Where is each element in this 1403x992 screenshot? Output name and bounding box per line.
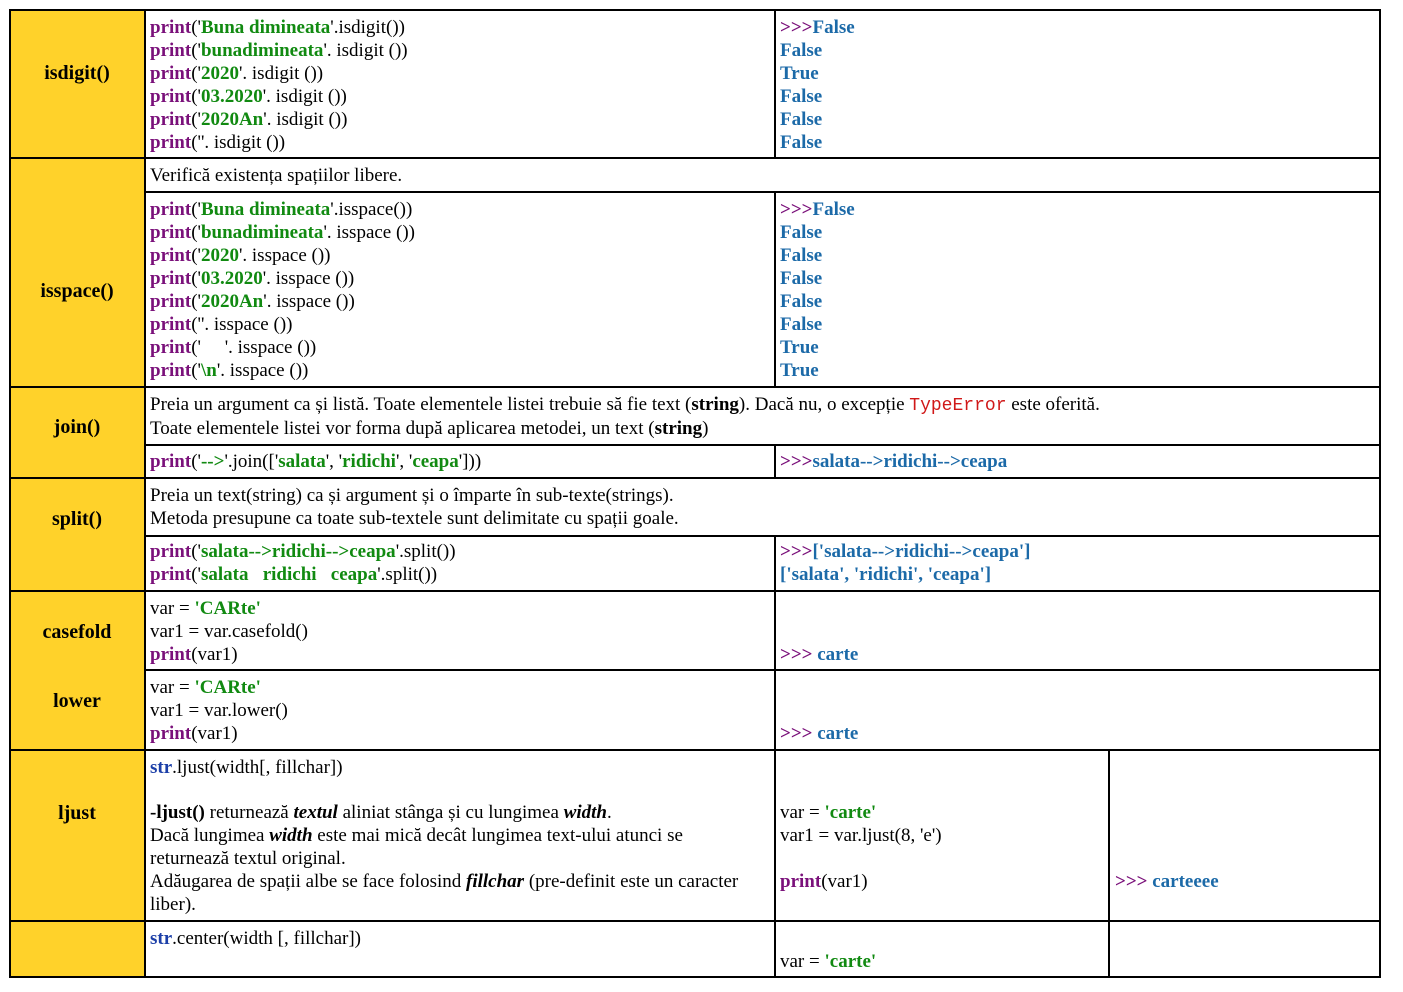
method-label-isspace: isspace() [40,280,114,302]
code-line: print(' '. isspace ()) [150,337,317,358]
grid-line [1379,9,1381,978]
description-text: Metoda presupune ca toate sub-textele su… [150,508,679,529]
label-cell-isspace [10,158,144,387]
output-line: False [780,86,823,107]
description-text: Dacă lungimea width este mai mică decât … [150,825,683,846]
output-line: >>>False [780,17,855,38]
grid-line [774,9,776,158]
output-line: False [780,314,823,335]
method-label-ljust: ljust [58,802,96,824]
code-line: print(''. isdigit ()) [150,132,286,153]
code-line: print('2020An'. isdigit ()) [150,109,348,130]
output-line: True [780,360,819,381]
output-line: ['salata', 'ridichi', 'ceapa'] [780,564,992,585]
code-line: print('Buna dimineata'.isdigit()) [150,17,405,38]
grid-line [144,9,146,978]
output-line: >>>['salata-->ridichi-->ceapa'] [780,541,1031,562]
output-line: True [780,63,819,84]
output-line: False [780,132,823,153]
grid-line [9,477,1381,479]
grid-line [9,590,1381,592]
grid-line [9,9,11,978]
description-text: Preia un argument ca și listă. Toate ele… [150,394,1100,416]
code-line: print('\n'. isspace ()) [150,360,309,381]
code-line: print('2020'. isspace ()) [150,245,331,266]
code-line: print('2020'. isdigit ()) [150,63,324,84]
output-line: >>>salata-->ridichi-->ceapa [780,451,1008,472]
description-text: Verifică existența spațiilor libere. [150,165,403,186]
method-label-isdigit: isdigit() [44,62,110,84]
code-line: var1 = var.lower() [150,700,288,721]
description-text: Toate elementele listei vor forma după a… [150,418,709,439]
code-line: var1 = var.ljust(8, 'e') [780,825,942,846]
code-line: print('03.2020'. isdigit ()) [150,86,347,107]
code-line: var = 'carte' [780,951,877,972]
description-text: liber). [150,894,196,915]
grid-line [9,976,1381,978]
output-line: False [780,222,823,243]
code-line: print(var1) [780,871,868,892]
output-line: False [780,268,823,289]
grid-line [144,444,1381,446]
code-line: var = 'carte' [780,802,877,823]
grid-line [144,191,1381,193]
code-line: print('Buna dimineata'.isspace()) [150,199,413,220]
grid-line [1108,749,1110,978]
method-label-join: join() [53,416,101,438]
code-line: var = 'CARte' [150,598,261,619]
grid-line [9,749,1381,751]
method-label-split: split() [52,508,102,530]
output-line: False [780,245,823,266]
grid-line [774,191,776,387]
code-line: print('-->'.join(['salata', 'ridichi', '… [150,451,482,472]
grid-line [774,535,776,978]
code-line: print(''. isspace ()) [150,314,293,335]
output-line: >>> carte [780,644,859,665]
label-cell-ljust [10,750,144,921]
output-line: True [780,337,819,358]
code-line: print('03.2020'. isspace ()) [150,268,355,289]
output-line: False [780,40,823,61]
method-label-casefold: casefold [42,621,112,643]
code-line: print(var1) [150,644,238,665]
label-cell-center [10,921,144,977]
code-line: print('salata-->ridichi-->ceapa'.split()… [150,541,456,562]
grid-line [144,669,1381,671]
grid-line [9,157,1381,159]
description-text: returnează textul original. [150,848,346,869]
code-line: print('2020An'. isspace ()) [150,291,355,312]
grid-line [144,535,1381,537]
output-line: False [780,109,823,130]
grid-line [9,9,1381,11]
code-line: print('bunadimineata'. isdigit ()) [150,40,408,61]
code-line: print('bunadimineata'. isspace ()) [150,222,415,243]
method-signature: str.center(width [, fillchar]) [150,928,362,949]
label-cell-casefold-lower [10,591,144,750]
grid-line [9,920,1381,922]
code-line: print(var1) [150,723,238,744]
description-text: Adăugarea de spații albe se face folosin… [150,871,739,892]
description-text: Preia un text(string) ca și argument și … [150,485,674,506]
method-signature: str.ljust(width[, fillchar]) [150,757,343,778]
label-cell-split [10,478,144,591]
grid-line [774,444,776,478]
output-line: False [780,291,823,312]
code-line: var = 'CARte' [150,677,261,698]
output-line: >>> carteeee [1115,871,1219,892]
output-line: >>>False [780,199,855,220]
code-line: print('salata ridichi ceapa'.split()) [150,564,438,585]
output-line: >>> carte [780,723,859,744]
code-line: var1 = var.casefold() [150,621,308,642]
grid-line [9,386,1381,388]
method-label-lower: lower [53,690,101,712]
description-text: -ljust() returnează textul aliniat stâng… [150,802,612,823]
